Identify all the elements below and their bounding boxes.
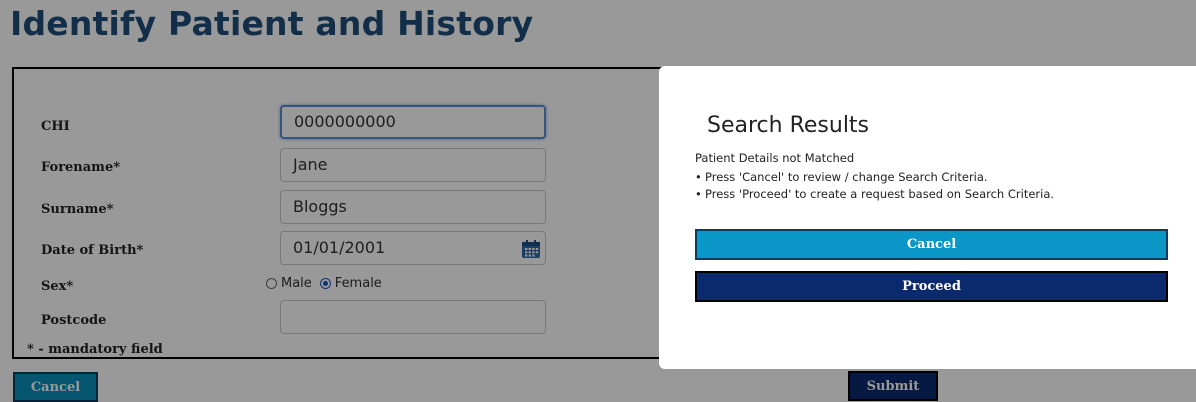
dialog-title: Search Results bbox=[707, 113, 870, 138]
dialog-cancel-button[interactable]: Cancel bbox=[695, 229, 1168, 260]
search-results-dialog: Search Results Patient Details not Match… bbox=[659, 66, 1196, 369]
dialog-proceed-button[interactable]: Proceed bbox=[695, 271, 1168, 302]
instruction-item: Press 'Proceed' to create a request base… bbox=[695, 186, 1054, 203]
dialog-instructions: Press 'Cancel' to review / change Search… bbox=[695, 169, 1054, 203]
dialog-message: Patient Details not Matched bbox=[695, 151, 855, 165]
instruction-item: Press 'Cancel' to review / change Search… bbox=[695, 169, 1054, 186]
